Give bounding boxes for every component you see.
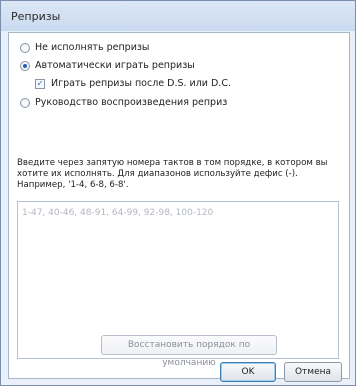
after-ds-dc-label[interactable]: Играть репризы после D.S. или D.C. [51, 78, 231, 89]
dialog-body: Не исполнять репризы Автоматически играт… [8, 32, 350, 382]
guide-label[interactable]: Руководство воспроизведения реприз [35, 97, 227, 108]
dialog-title: Репризы [11, 10, 61, 23]
auto-play-radio[interactable] [20, 61, 30, 71]
no-repeats-radio[interactable] [20, 43, 30, 53]
cancel-button[interactable]: Отмена [284, 362, 342, 382]
repeats-dialog: Репризы Не исполнять репризы Автоматичес… [0, 0, 356, 386]
reset-order-button[interactable]: Восстановить порядок по умолчанию [101, 335, 277, 368]
auto-play-label[interactable]: Автоматически играть репризы [35, 60, 195, 71]
title-bar[interactable]: Репризы [1, 1, 355, 31]
after-ds-dc-checkbox[interactable]: ✓ [35, 79, 45, 89]
ok-button[interactable]: OK [220, 362, 276, 382]
instructions-text: Введите через запятую номера тактов в то… [17, 158, 328, 190]
no-repeats-label[interactable]: Не исполнять репризы [35, 42, 149, 53]
guide-radio[interactable] [20, 98, 30, 108]
